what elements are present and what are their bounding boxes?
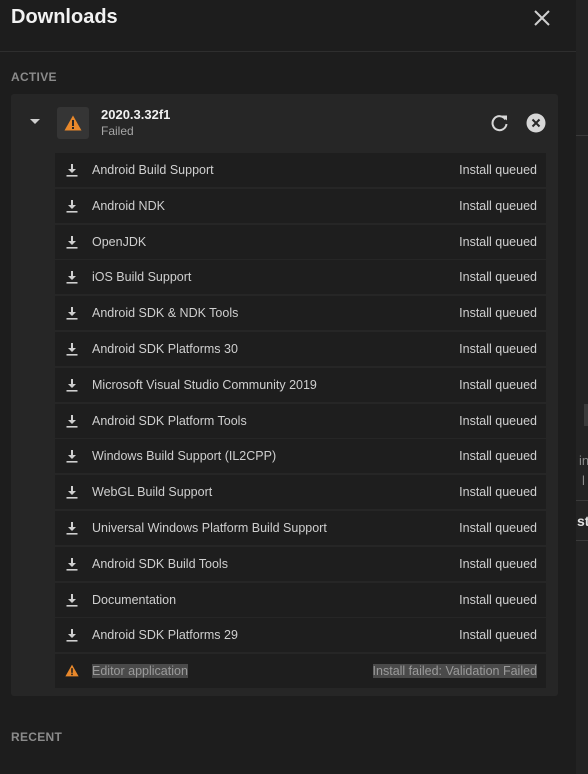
download-icon (65, 306, 79, 320)
module-status: Install queued (459, 592, 537, 607)
module-name: Android SDK Platform Tools (92, 413, 247, 428)
module-status: Install queued (459, 449, 537, 464)
download-icon (65, 342, 79, 356)
module-status: Install queued (459, 628, 537, 643)
download-icon (65, 593, 79, 607)
download-icon (65, 521, 79, 535)
download-icon (65, 557, 79, 571)
download-icon (65, 199, 79, 213)
download-icon (65, 163, 79, 177)
module-name: Android SDK Build Tools (92, 556, 228, 571)
module-status: Install queued (459, 485, 537, 500)
warning-icon (65, 664, 79, 678)
module-row: Windows Build Support (IL2CPP) Install qu… (55, 439, 546, 474)
module-row: Android SDK & NDK Tools Install queued (55, 296, 546, 331)
module-name: Editor application (92, 664, 188, 679)
module-row: Android Build Support Install queued (55, 153, 546, 187)
page-title: Downloads (11, 6, 118, 28)
module-name: Android SDK & NDK Tools (92, 306, 239, 321)
module-row: OpenJDK Install queued (55, 224, 546, 259)
module-name: Android SDK Platforms 30 (92, 341, 238, 356)
module-status: Install queued (459, 413, 537, 428)
background-fragment: l (582, 473, 585, 488)
module-row: Microsoft Visual Studio Community 2019 In… (55, 367, 546, 402)
download-icon (65, 378, 79, 392)
module-row: Android NDK Install queued (55, 188, 546, 223)
download-icon (65, 628, 79, 642)
module-status: Install queued (459, 163, 537, 177)
module-status: Install queued (459, 341, 537, 356)
module-status: Install failed: Validation Failed (372, 664, 537, 679)
version-status-icon-box (57, 107, 89, 139)
recent-section-label: RECENT (11, 730, 63, 744)
version-name: 2020.3.32f1 (101, 107, 171, 122)
close-icon[interactable] (532, 8, 552, 28)
download-icon (65, 414, 79, 428)
module-name: Microsoft Visual Studio Community 2019 (92, 377, 317, 392)
downloads-panel: Downloads ACTIVE 2020.3.32f1 Failed Andr… (0, 0, 576, 774)
module-row: Editor application Install failed: Valida… (55, 654, 546, 689)
caret-down-icon[interactable] (30, 119, 40, 124)
module-status: Install queued (459, 306, 537, 321)
module-status: Install queued (459, 270, 537, 285)
module-name: Android NDK (92, 198, 165, 213)
module-status: Install queued (459, 234, 537, 249)
module-name: Windows Build Support (IL2CPP) (92, 449, 277, 464)
download-icon (65, 270, 79, 284)
retry-icon[interactable] (490, 113, 510, 133)
background-fragment: in (579, 453, 588, 468)
module-row: WebGL Build Support Install queued (55, 475, 546, 510)
module-row: Documentation Install queued (55, 582, 546, 617)
module-name: Documentation (92, 592, 177, 607)
download-icon (65, 485, 79, 499)
module-row: Android SDK Platforms 30 Install queued (55, 331, 546, 366)
module-name: Universal Windows Platform Build Support (92, 520, 327, 535)
module-name: iOS Build Support (92, 270, 192, 285)
module-name: WebGL Build Support (92, 485, 213, 500)
module-row: Universal Windows Platform Build Support… (55, 510, 546, 545)
version-status: Failed (101, 124, 134, 138)
module-status: Install queued (459, 556, 537, 571)
download-icon (65, 449, 79, 463)
module-status: Install queued (459, 520, 537, 535)
module-name: Android SDK Platforms 29 (92, 628, 238, 643)
downloads-header: Downloads (0, 0, 576, 52)
module-status: Install queued (459, 377, 537, 392)
background-window: in l st (576, 0, 588, 774)
download-card: 2020.3.32f1 Failed Android Build Support… (11, 94, 558, 696)
module-status: Install queued (459, 198, 537, 213)
module-list: Android Build Support Install queued Andro… (55, 153, 546, 690)
module-row: iOS Build Support Install queued (55, 260, 546, 295)
download-icon (65, 235, 79, 249)
module-name: Android Build Support (92, 163, 214, 177)
cancel-icon[interactable] (526, 113, 546, 133)
module-name: OpenJDK (92, 234, 147, 249)
background-fragment: st (577, 513, 588, 529)
warning-icon (64, 115, 82, 131)
module-row: Android SDK Platforms 29 Install queued (55, 618, 546, 653)
module-row: Android SDK Platform Tools Install queued (55, 403, 546, 438)
active-section-label: ACTIVE (11, 70, 57, 84)
module-row: Android SDK Build Tools Install queued (55, 546, 546, 581)
